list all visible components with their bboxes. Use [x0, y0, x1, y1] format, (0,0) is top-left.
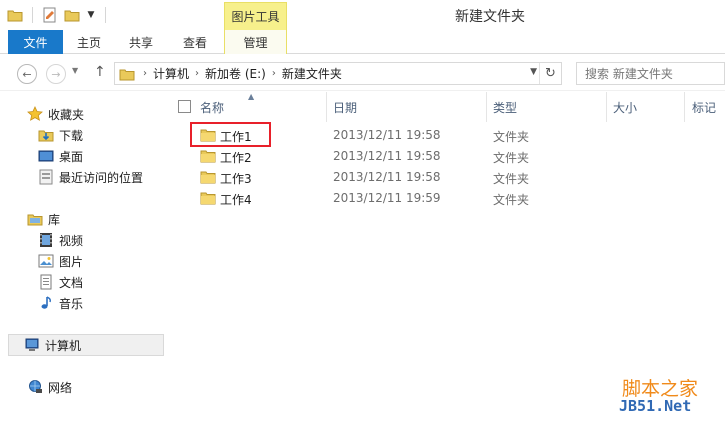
title-bar: ▼ 图片工具 新建文件夹 [0, 0, 725, 30]
file-row[interactable]: 工作4 2013/12/11 19:59 文件夹 [166, 188, 725, 209]
libraries-icon [26, 211, 44, 227]
column-divider[interactable] [326, 92, 327, 122]
folder-icon [200, 191, 216, 208]
nav-item-label: 网络 [48, 380, 73, 395]
column-header-type[interactable]: 类型 [493, 99, 517, 116]
column-header-date[interactable]: 日期 [333, 99, 357, 116]
file-date: 2013/12/11 19:58 [333, 128, 441, 142]
customize-toolbar-dropdown-icon[interactable]: ▼ [85, 10, 97, 20]
column-divider[interactable] [684, 92, 685, 122]
address-history-dropdown-icon[interactable]: ▼ [530, 67, 537, 77]
star-icon [26, 106, 44, 122]
folder-icon [200, 149, 216, 166]
column-header-name[interactable]: 名称 [200, 99, 224, 116]
address-bar[interactable]: › 计算机 › 新加卷 (E:) › 新建文件夹 ▼ ↻ [114, 62, 562, 85]
search-input[interactable]: 搜索 新建文件夹 [576, 62, 725, 85]
toolbar-divider [105, 7, 106, 23]
forward-button[interactable]: → [46, 64, 66, 84]
recent-places-icon [37, 169, 55, 185]
nav-item-label: 计算机 [45, 338, 82, 353]
documents-icon [37, 274, 55, 290]
nav-favorites[interactable]: 收藏夹 [26, 104, 84, 124]
nav-item-label: 图片 [59, 254, 84, 269]
nav-libraries[interactable]: 库 [26, 209, 60, 229]
folder-icon [200, 170, 216, 187]
nav-item-label: 最近访问的位置 [59, 170, 144, 185]
file-type: 文件夹 [493, 151, 530, 165]
nav-item-label: 桌面 [59, 149, 84, 164]
watermark-url: JB51.Net [619, 397, 692, 415]
file-name: 工作3 [220, 172, 252, 186]
breadcrumb-separator-icon[interactable]: › [272, 68, 276, 79]
column-divider[interactable] [606, 92, 607, 122]
new-folder-icon[interactable] [63, 6, 81, 24]
video-icon [37, 232, 55, 248]
column-divider[interactable] [486, 92, 487, 122]
pictures-icon [37, 253, 55, 269]
breadcrumb-separator-icon[interactable]: › [195, 68, 199, 79]
network-icon [26, 379, 44, 395]
downloads-icon [37, 127, 55, 143]
nav-computer[interactable]: 计算机 [8, 334, 164, 356]
nav-group-label: 库 [48, 212, 61, 227]
arrow-right-icon: → [51, 67, 61, 81]
quick-access-toolbar: ▼ [6, 6, 110, 24]
nav-item-label: 视频 [59, 233, 84, 248]
file-row[interactable]: 工作3 2013/12/11 19:58 文件夹 [166, 167, 725, 188]
nav-item-label: 音乐 [59, 296, 84, 311]
highlight-annotation-box [190, 122, 271, 147]
column-header-row: ▲ 名称 日期 类型 大小 标记 [166, 92, 725, 122]
nav-item-label: 文档 [59, 275, 84, 290]
window-title: 新建文件夹 [455, 9, 525, 25]
folder-icon [119, 66, 137, 82]
tab-home[interactable]: 主页 [66, 30, 112, 54]
column-header-tags[interactable]: 标记 [692, 99, 716, 116]
tab-share[interactable]: 共享 [118, 30, 164, 54]
sort-ascending-icon: ▲ [248, 92, 255, 101]
file-date: 2013/12/11 19:58 [333, 149, 441, 163]
arrow-left-icon: ← [22, 67, 32, 81]
file-name: 工作2 [220, 151, 252, 165]
contextual-tab-group-label: 图片工具 [224, 2, 287, 30]
nav-pictures[interactable]: 图片 [37, 251, 83, 271]
file-date: 2013/12/11 19:59 [333, 191, 441, 205]
desktop-icon [37, 148, 55, 164]
select-all-checkbox[interactable] [178, 100, 191, 113]
file-type: 文件夹 [493, 172, 530, 186]
folder-icon[interactable] [6, 6, 24, 24]
breadcrumb-separator-icon[interactable]: › [143, 68, 147, 79]
file-type: 文件夹 [493, 193, 530, 207]
nav-music[interactable]: 音乐 [37, 293, 83, 313]
nav-recent-places[interactable]: 最近访问的位置 [37, 167, 143, 187]
computer-icon [23, 337, 41, 353]
nav-videos[interactable]: 视频 [37, 230, 83, 250]
breadcrumb-current-folder[interactable]: 新建文件夹 [282, 65, 342, 82]
nav-group-label: 收藏夹 [48, 107, 85, 122]
recent-locations-dropdown-icon[interactable]: ▼ [72, 66, 78, 75]
toolbar-divider [32, 7, 33, 23]
nav-documents[interactable]: 文档 [37, 272, 83, 292]
back-button[interactable]: ← [17, 64, 37, 84]
breadcrumb-drive[interactable]: 新加卷 (E:) [205, 65, 266, 82]
navigation-pane: 收藏夹 下载 桌面 最近访问的位置 库 视频 图片 文档 音乐 计算机 网络 [0, 92, 166, 423]
file-name: 工作4 [220, 193, 252, 207]
nav-downloads[interactable]: 下载 [37, 125, 83, 145]
ribbon-tabs: 文件 主页 共享 查看 管理 [0, 30, 725, 54]
file-row[interactable]: 工作2 2013/12/11 19:58 文件夹 [166, 146, 725, 167]
nav-desktop[interactable]: 桌面 [37, 146, 83, 166]
tab-manage[interactable]: 管理 [224, 30, 287, 54]
column-header-size[interactable]: 大小 [613, 99, 637, 116]
navigation-bar: ← → ▼ ↑ › 计算机 › 新加卷 (E:) › 新建文件夹 ▼ ↻ 搜索 … [0, 55, 725, 91]
refresh-icon[interactable]: ↻ [539, 63, 561, 84]
tab-file[interactable]: 文件 [8, 30, 63, 54]
music-icon [37, 295, 55, 311]
file-type: 文件夹 [493, 130, 530, 144]
file-date: 2013/12/11 19:58 [333, 170, 441, 184]
tab-view[interactable]: 查看 [170, 30, 220, 54]
properties-icon[interactable] [41, 6, 59, 24]
nav-item-label: 下载 [59, 128, 84, 143]
nav-network[interactable]: 网络 [26, 377, 72, 397]
breadcrumb-computer[interactable]: 计算机 [153, 65, 189, 82]
up-arrow-icon[interactable]: ↑ [94, 64, 106, 80]
